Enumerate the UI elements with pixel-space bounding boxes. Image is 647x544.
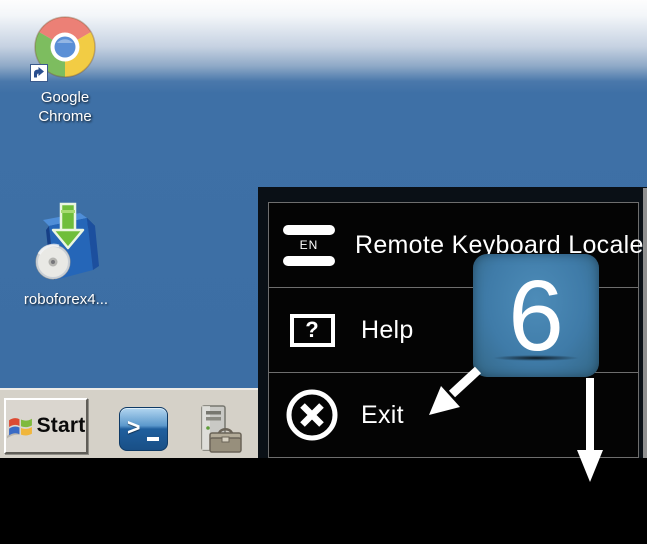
desktop-icon-label: Google Chrome xyxy=(20,88,110,126)
server-manager-taskbar-icon[interactable] xyxy=(193,404,245,456)
keyboard-locale-icon: EN xyxy=(283,225,335,266)
installer-box-icon xyxy=(25,200,107,286)
menu-item-label: Exit xyxy=(361,401,404,430)
help-question-mark: ? xyxy=(305,319,318,341)
powershell-glyph: > xyxy=(127,414,140,441)
desktop-icon-google-chrome[interactable]: Google Chrome xyxy=(20,14,110,126)
menu-scrollbar[interactable] xyxy=(643,188,647,458)
start-button[interactable]: Start xyxy=(4,398,88,454)
step-number: 6 xyxy=(508,266,564,366)
start-button-label: Start xyxy=(37,414,86,438)
badge-inner-shadow xyxy=(493,355,579,361)
windows-flag-icon xyxy=(7,413,34,440)
remote-control-toolbar xyxy=(0,458,647,544)
powershell-cursor-bar xyxy=(147,437,159,441)
shortcut-arrow-badge xyxy=(31,65,48,82)
remote-desktop-screen: Google Chrome roboforex4... xyxy=(0,0,647,544)
chrome-logo-icon xyxy=(30,14,100,84)
powershell-taskbar-icon[interactable]: > xyxy=(119,407,168,451)
menu-item-exit[interactable]: Exit xyxy=(269,373,638,457)
desktop-icon-label: roboforex4... xyxy=(14,290,118,309)
help-icon: ? xyxy=(290,314,335,347)
step-number-badge: 6 xyxy=(473,254,599,377)
exit-icon xyxy=(285,388,339,442)
menu-item-label: Help xyxy=(361,316,414,345)
locale-code: EN xyxy=(283,235,335,256)
desktop-icon-roboforex[interactable]: roboforex4... xyxy=(14,200,118,309)
server-manager-icon xyxy=(193,404,245,456)
